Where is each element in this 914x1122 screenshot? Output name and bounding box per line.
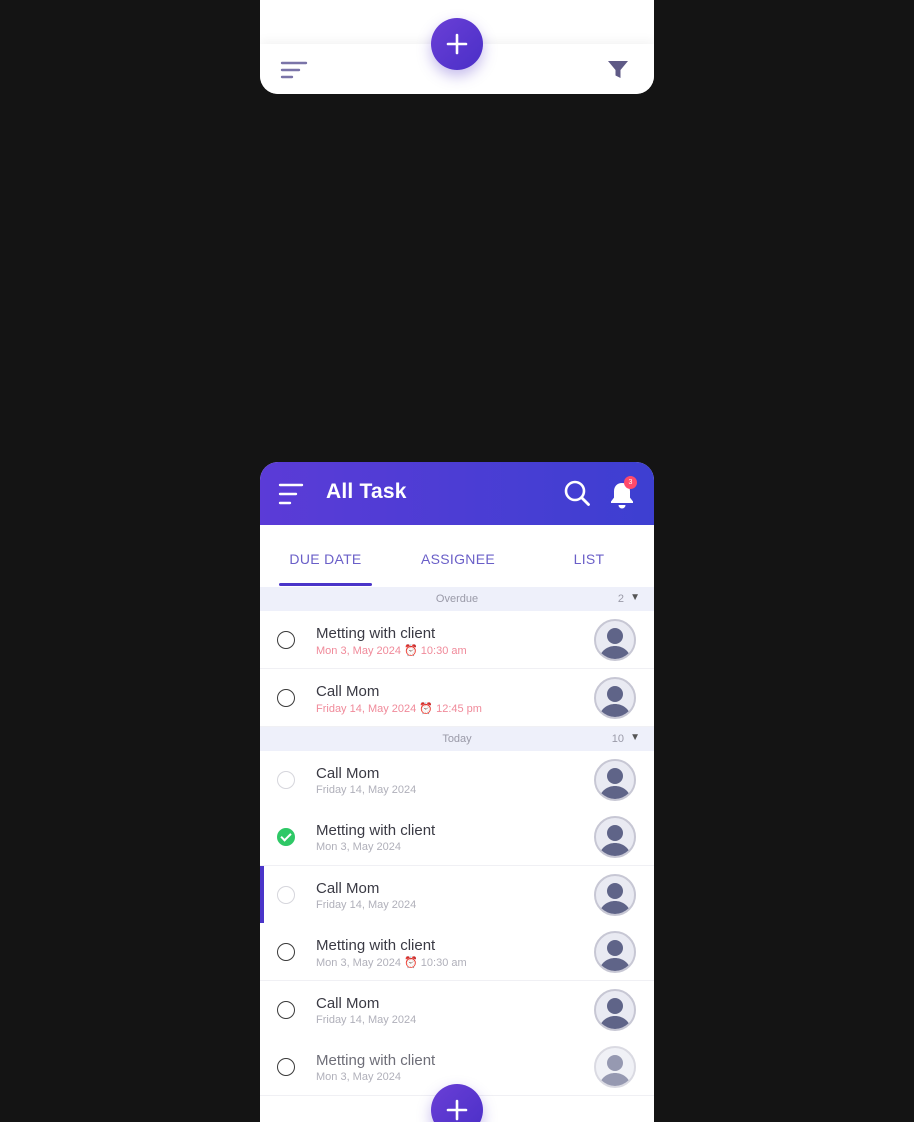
user-avatar-icon	[599, 768, 631, 799]
task-due-date: Mon 3, May 2024 ⏰ 10:30 am	[316, 645, 467, 657]
task-checkbox[interactable]	[277, 1058, 295, 1076]
plus-icon	[446, 33, 468, 55]
user-avatar-icon	[599, 825, 631, 856]
assignee-avatar[interactable]	[594, 816, 636, 858]
section-header-overdue[interactable]: Overdue 2 ▼	[260, 587, 654, 611]
task-due-date: Mon 3, May 2024	[316, 1071, 401, 1083]
search-icon[interactable]	[563, 479, 591, 507]
task-due-date: Friday 14, May 2024	[316, 784, 417, 796]
plus-icon	[446, 1099, 468, 1121]
user-avatar-icon	[599, 1055, 631, 1086]
task-checkbox[interactable]	[277, 1001, 295, 1019]
task-row[interactable]: Metting with client Mon 3, May 2024 ⏰ 10…	[260, 611, 654, 669]
task-row[interactable]: Call Mom Friday 14, May 2024 ⏰ 12:45 pm	[260, 669, 654, 727]
task-title: Metting with client	[316, 1052, 436, 1069]
assignee-avatar[interactable]	[594, 931, 636, 973]
task-title: Metting with client	[316, 937, 436, 954]
user-avatar-icon	[599, 883, 631, 914]
task-due-date: Mon 3, May 2024	[316, 841, 401, 853]
task-title: Call Mom	[316, 765, 380, 782]
task-row-selected[interactable]: Call Mom Friday 14, May 2024	[260, 866, 654, 924]
notification-badge: 3	[624, 476, 637, 489]
user-avatar-icon	[599, 940, 631, 971]
task-checkbox[interactable]	[277, 943, 295, 961]
active-tab-indicator	[279, 583, 372, 586]
section-count: 10	[611, 733, 624, 745]
assignee-avatar[interactable]	[594, 677, 636, 719]
add-task-button[interactable]	[431, 18, 483, 70]
previous-screen	[260, 0, 654, 94]
selection-accent	[260, 866, 264, 923]
tab-due-date[interactable]: DUE DATE	[279, 551, 372, 567]
task-row[interactable]: Call Mom Friday 14, May 2024	[260, 751, 654, 809]
assignee-avatar[interactable]	[594, 1046, 636, 1088]
task-row[interactable]: Metting with client Mon 3, May 2024 ⏰ 10…	[260, 923, 654, 981]
task-checkbox[interactable]	[277, 886, 295, 904]
assignee-avatar[interactable]	[594, 874, 636, 916]
task-title: Call Mom	[316, 995, 380, 1012]
task-checkbox[interactable]	[277, 771, 295, 789]
task-due-date: Friday 14, May 2024	[316, 899, 417, 911]
all-task-screen: All Task 3 DUE DATE ASSIGNEE LIST Overdu…	[260, 462, 654, 1122]
assignee-avatar[interactable]	[594, 759, 636, 801]
task-title: Metting with client	[316, 625, 436, 642]
assignee-avatar[interactable]	[594, 619, 636, 661]
task-title: Call Mom	[316, 880, 380, 897]
task-checkbox[interactable]	[277, 689, 295, 707]
task-due-date: Mon 3, May 2024 ⏰ 10:30 am	[316, 957, 467, 969]
caret-down-icon[interactable]: ▼	[630, 732, 640, 743]
task-checkbox[interactable]	[277, 631, 295, 649]
task-title: Call Mom	[316, 683, 380, 700]
funnel-icon[interactable]	[606, 58, 630, 82]
task-checkbox-checked[interactable]	[277, 828, 295, 846]
user-avatar-icon	[599, 628, 631, 659]
assignee-avatar[interactable]	[594, 989, 636, 1031]
section-label: Today	[442, 733, 472, 745]
user-avatar-icon	[599, 998, 631, 1029]
tab-list[interactable]: LIST	[550, 551, 628, 567]
tab-bar: DUE DATE ASSIGNEE LIST	[260, 525, 654, 587]
page-title: All Task	[326, 480, 407, 503]
user-avatar-icon	[599, 686, 631, 717]
task-due-date: Friday 14, May 2024	[316, 1014, 417, 1026]
tab-assignee[interactable]: ASSIGNEE	[412, 551, 504, 567]
task-due-date: Friday 14, May 2024 ⏰ 12:45 pm	[316, 703, 482, 715]
menu-icon[interactable]	[278, 482, 304, 506]
section-label: Overdue	[435, 593, 479, 605]
task-row[interactable]: Call Mom Friday 14, May 2024	[260, 981, 654, 1039]
app-header: All Task 3	[260, 462, 654, 525]
section-count: 2	[617, 593, 624, 605]
caret-down-icon[interactable]: ▼	[630, 592, 640, 603]
section-header-today[interactable]: Today 10 ▼	[260, 727, 654, 751]
sort-lines-icon[interactable]	[280, 60, 308, 80]
task-row[interactable]: Metting with client Mon 3, May 2024	[260, 808, 654, 866]
task-title: Metting with client	[316, 822, 436, 839]
